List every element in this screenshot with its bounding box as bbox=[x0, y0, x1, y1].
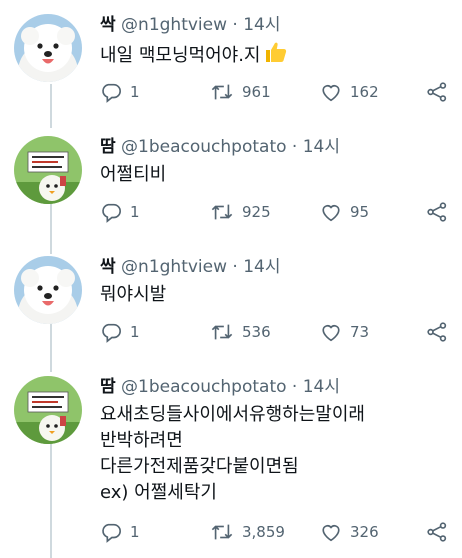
tweet-header: 싹 @n1ghtview · 14시 bbox=[100, 256, 281, 278]
share-icon bbox=[427, 202, 447, 222]
retweet-icon bbox=[211, 324, 233, 340]
timestamp[interactable]: 14시 bbox=[303, 137, 340, 157]
author-handle[interactable]: @1beacouchpotato bbox=[121, 137, 286, 157]
tweet-actions: 1 536 73 bbox=[100, 321, 450, 345]
tweet-text: 어쩔티비 bbox=[100, 162, 166, 188]
reply-button[interactable]: 1 bbox=[100, 81, 140, 103]
heart-icon bbox=[322, 205, 340, 222]
tweet[interactable]: 땀 @1beacouchpotato · 14시 요새초딩들사이에서유행하는말이… bbox=[0, 362, 462, 558]
heart-icon bbox=[322, 525, 340, 542]
tweet-text-line: 요새초딩들사이에서유행하는말이래 bbox=[100, 404, 365, 425]
reply-icon bbox=[102, 323, 121, 343]
share-icon bbox=[427, 322, 447, 342]
retweet-button[interactable]: 3,859 bbox=[210, 521, 285, 543]
retweet-icon bbox=[211, 524, 233, 540]
tweet-text: 내일 맥모닝먹어야.지 bbox=[100, 40, 288, 69]
tweet-text-line: ex) 어쩔세탁기 bbox=[100, 482, 217, 503]
tweet[interactable]: 땀 @1beacouchpotato · 14시 어쩔티비 1 925 95 bbox=[0, 122, 462, 240]
tweet-header: 땀 @1beacouchpotato · 14시 bbox=[100, 376, 340, 398]
tweet-header: 땀 @1beacouchpotato · 14시 bbox=[100, 136, 340, 158]
retweet-count: 925 bbox=[242, 203, 271, 221]
author-handle[interactable]: @n1ghtview bbox=[121, 15, 227, 35]
separator-dot: · bbox=[291, 377, 298, 397]
tweet-actions: 1 3,859 326 bbox=[100, 521, 450, 545]
author-name[interactable]: 싹 bbox=[100, 15, 116, 35]
timestamp[interactable]: 14시 bbox=[243, 15, 280, 35]
reply-count: 1 bbox=[130, 323, 140, 341]
heart-icon bbox=[322, 85, 340, 102]
timestamp[interactable]: 14시 bbox=[303, 377, 340, 397]
separator-dot: · bbox=[232, 257, 238, 277]
share-icon bbox=[427, 82, 447, 102]
like-button[interactable]: 162 bbox=[320, 81, 379, 103]
reply-button[interactable]: 1 bbox=[100, 201, 140, 223]
reply-icon bbox=[102, 523, 121, 543]
retweet-icon bbox=[211, 84, 233, 100]
heart-icon bbox=[322, 325, 340, 342]
retweet-count: 961 bbox=[242, 83, 271, 101]
share-button[interactable] bbox=[426, 321, 448, 343]
thumbs-up-icon bbox=[264, 40, 288, 64]
author-handle[interactable]: @n1ghtview bbox=[121, 257, 227, 277]
retweet-button[interactable]: 925 bbox=[210, 201, 271, 223]
tweet-text-line: 반박하려면 bbox=[100, 430, 183, 451]
retweet-icon bbox=[211, 204, 233, 220]
like-count: 326 bbox=[350, 523, 379, 541]
separator-dot: · bbox=[232, 15, 238, 35]
tweet-actions: 1 925 95 bbox=[100, 201, 450, 225]
share-icon bbox=[427, 522, 447, 542]
retweet-button[interactable]: 961 bbox=[210, 81, 271, 103]
timestamp[interactable]: 14시 bbox=[243, 257, 280, 277]
avatar-sign-chick[interactable] bbox=[14, 136, 82, 204]
avatar-white-dog[interactable] bbox=[14, 14, 82, 82]
tweet-text-line: 뭐야시발 bbox=[100, 284, 167, 305]
reply-count: 1 bbox=[130, 523, 140, 541]
like-count: 162 bbox=[350, 83, 379, 101]
tweet-text-line: 어쩔티비 bbox=[100, 164, 167, 185]
tweet-text: 뭐야시발 bbox=[100, 282, 166, 308]
share-button[interactable] bbox=[426, 81, 448, 103]
like-button[interactable]: 73 bbox=[320, 321, 369, 343]
tweet-actions: 1 961 162 bbox=[100, 81, 450, 105]
tweet-text: 요새초딩들사이에서유행하는말이래 반박하려면 다른가전제품갖다붙이면됨 ex) … bbox=[100, 402, 365, 506]
author-handle[interactable]: @1beacouchpotato bbox=[121, 377, 286, 397]
author-name[interactable]: 땀 bbox=[100, 137, 116, 157]
retweet-button[interactable]: 536 bbox=[210, 321, 271, 343]
avatar-white-dog[interactable] bbox=[14, 256, 82, 324]
tweet-text-line: 내일 맥모닝먹어야.지 bbox=[100, 45, 261, 66]
tweet[interactable]: 싹 @n1ghtview · 14시 내일 맥모닝먹어야.지 1 961 162 bbox=[0, 0, 462, 120]
reply-count: 1 bbox=[130, 83, 140, 101]
like-button[interactable]: 95 bbox=[320, 201, 369, 223]
reply-button[interactable]: 1 bbox=[100, 321, 140, 343]
tweet-text-line: 다른가전제품갖다붙이면됨 bbox=[100, 456, 299, 477]
retweet-count: 3,859 bbox=[242, 523, 285, 541]
share-button[interactable] bbox=[426, 201, 448, 223]
like-button[interactable]: 326 bbox=[320, 521, 379, 543]
like-count: 73 bbox=[350, 323, 370, 341]
tweet[interactable]: 싹 @n1ghtview · 14시 뭐야시발 1 536 73 bbox=[0, 242, 462, 360]
like-count: 95 bbox=[350, 203, 370, 221]
reply-icon bbox=[102, 83, 121, 103]
separator-dot: · bbox=[291, 137, 298, 157]
reply-icon bbox=[102, 203, 121, 223]
author-name[interactable]: 싹 bbox=[100, 257, 116, 277]
share-button[interactable] bbox=[426, 521, 448, 543]
reply-count: 1 bbox=[130, 203, 140, 221]
avatar-sign-chick[interactable] bbox=[14, 376, 82, 444]
retweet-count: 536 bbox=[242, 323, 271, 341]
author-name[interactable]: 땀 bbox=[100, 377, 116, 397]
tweet-header: 싹 @n1ghtview · 14시 bbox=[100, 14, 281, 36]
reply-button[interactable]: 1 bbox=[100, 521, 140, 543]
